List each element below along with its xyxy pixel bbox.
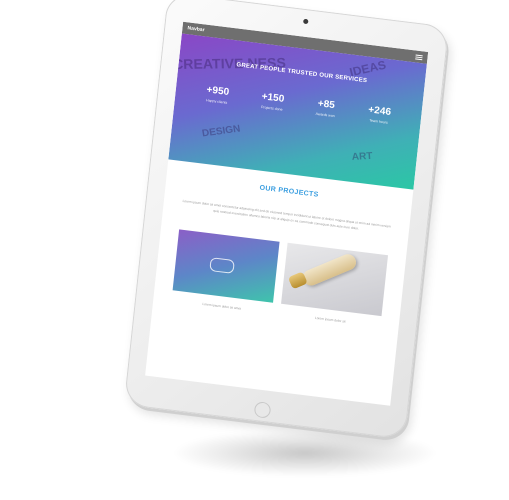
- tablet-screen: Navbar CREATIVE NESS IDEAS DESIGN ART GR…: [145, 21, 429, 406]
- project-image[interactable]: [172, 229, 280, 303]
- hero-bg-word: IDEAS: [348, 57, 388, 80]
- projects-section: OUR PROJECTS Lorem ipsum dolor sit amet …: [153, 159, 413, 330]
- badge-icon: [209, 257, 235, 274]
- device-wrap: Navbar CREATIVE NESS IDEAS DESIGN ART GR…: [0, 0, 509, 500]
- stat-label: Awards won: [315, 111, 335, 119]
- project-card[interactable]: Lorem ipsum dolor sit amet: [171, 229, 280, 314]
- hero-bg-word: ART: [351, 150, 373, 163]
- hamburger-menu-icon[interactable]: [415, 53, 423, 60]
- stat-label: Team hours: [369, 118, 388, 125]
- home-button[interactable]: [253, 401, 272, 419]
- camera-icon: [303, 18, 309, 25]
- stat-value: +950: [205, 84, 230, 99]
- tube-icon: [300, 251, 359, 288]
- stat-item: +85 Awards won: [315, 98, 336, 118]
- project-image[interactable]: [281, 242, 389, 317]
- hero-bg-word: DESIGN: [201, 123, 242, 140]
- stat-item: +950 Happy clients: [205, 84, 230, 104]
- project-card[interactable]: Lorem ipsum dolor sit: [280, 242, 389, 328]
- tablet-device: Navbar CREATIVE NESS IDEAS DESIGN ART GR…: [123, 0, 450, 440]
- stat-label: Happy clients: [205, 98, 228, 105]
- stat-value: +246: [367, 104, 392, 119]
- stat-item: +150 Projects done: [260, 91, 285, 111]
- stat-item: +246 Team hours: [367, 104, 392, 124]
- stat-label: Projects done: [260, 105, 283, 112]
- navbar-brand[interactable]: Navbar: [187, 25, 205, 33]
- stat-value: +150: [261, 91, 285, 105]
- stats-row: +950 Happy clients +150 Projects done +8…: [175, 81, 422, 129]
- project-cards: Lorem ipsum dolor sit amet Lorem ipsum d…: [169, 229, 390, 328]
- stat-value: +85: [317, 98, 336, 112]
